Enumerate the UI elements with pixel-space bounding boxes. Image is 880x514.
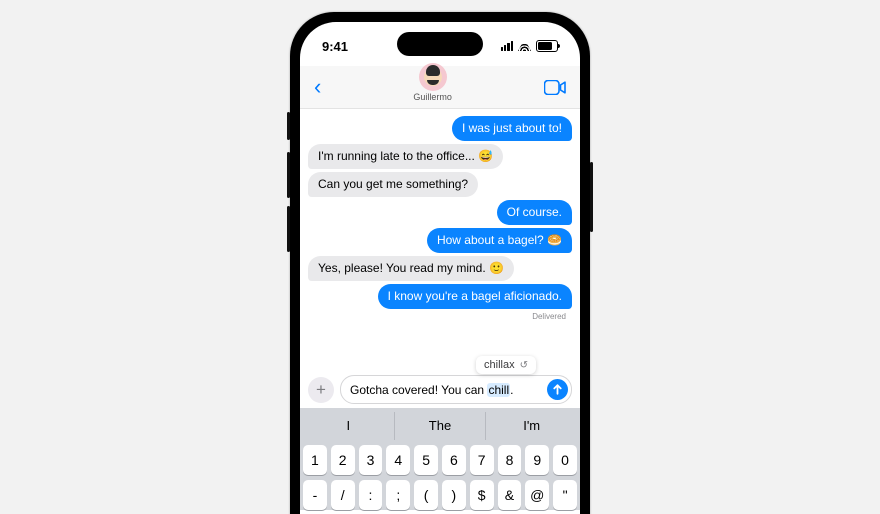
autocorrect-suggestion[interactable]: chillax ↺ <box>476 356 536 374</box>
prediction[interactable]: I'm <box>485 412 577 440</box>
received-bubble[interactable]: I'm running late to the office... 😅 <box>308 144 503 169</box>
keyboard-row-2: -/:;()$&@" <box>303 480 577 510</box>
key[interactable]: 2 <box>331 445 355 475</box>
key[interactable]: 7 <box>470 445 494 475</box>
message-row: I was just about to! <box>308 116 572 141</box>
undo-icon: ↺ <box>520 360 528 371</box>
key[interactable]: 5 <box>414 445 438 475</box>
apps-button[interactable]: + <box>308 377 334 403</box>
sent-bubble[interactable]: I was just about to! <box>452 116 572 141</box>
sent-bubble[interactable]: Of course. <box>497 200 572 225</box>
message-row: Can you get me something? <box>308 172 572 197</box>
message-thread[interactable]: I was just about to! I'm running late to … <box>300 109 580 373</box>
message-row: I'm running late to the office... 😅 <box>308 144 572 169</box>
contact-title[interactable]: Guillermo <box>413 63 452 102</box>
key[interactable]: $ <box>470 480 494 510</box>
side-button <box>590 162 593 232</box>
status-time: 9:41 <box>322 39 348 54</box>
key[interactable]: ; <box>386 480 410 510</box>
key[interactable]: 8 <box>498 445 522 475</box>
contact-avatar <box>419 63 447 91</box>
dynamic-island <box>397 32 483 56</box>
volume-down-button <box>287 206 290 252</box>
key[interactable]: 4 <box>386 445 410 475</box>
key[interactable]: - <box>303 480 327 510</box>
cellular-icon <box>501 41 513 51</box>
mute-switch <box>287 112 290 140</box>
conversation-header: ‹ Guillermo <box>300 66 580 109</box>
received-bubble[interactable]: Yes, please! You read my mind. 🙂 <box>308 256 514 281</box>
iphone-frame: 9:41 ‹ Guillermo I was just about to!I'm… <box>290 12 590 514</box>
keyboard[interactable]: ITheI'm 1234567890 -/:;()$&@" <box>300 408 580 510</box>
back-button[interactable]: ‹ <box>314 76 321 98</box>
key[interactable]: 1 <box>303 445 327 475</box>
key[interactable]: @ <box>525 480 549 510</box>
contact-name-label: Guillermo <box>413 92 452 102</box>
send-button[interactable] <box>547 379 568 400</box>
message-row: Yes, please! You read my mind. 🙂 <box>308 256 572 281</box>
key[interactable]: 0 <box>553 445 577 475</box>
key[interactable]: : <box>359 480 383 510</box>
facetime-button[interactable] <box>544 80 566 95</box>
message-input[interactable]: Gotcha covered! You can chill. <box>340 375 572 404</box>
key[interactable]: ) <box>442 480 466 510</box>
compose-bar: chillax ↺ + Gotcha covered! You can chil… <box>300 373 580 408</box>
key[interactable]: 6 <box>442 445 466 475</box>
suggestion-word: chillax <box>484 359 515 371</box>
message-row: How about a bagel? 🥯 <box>308 228 572 253</box>
received-bubble[interactable]: Can you get me something? <box>308 172 478 197</box>
message-input-text: Gotcha covered! You can chill. <box>350 383 547 397</box>
key[interactable]: ( <box>414 480 438 510</box>
prediction[interactable]: I <box>303 412 394 440</box>
sent-bubble[interactable]: I know you're a bagel aficionado. <box>378 284 572 309</box>
key[interactable]: 9 <box>525 445 549 475</box>
prediction[interactable]: The <box>394 412 486 440</box>
keyboard-row-1: 1234567890 <box>303 445 577 475</box>
sent-bubble[interactable]: How about a bagel? 🥯 <box>427 228 572 253</box>
prediction-bar: ITheI'm <box>303 412 577 440</box>
message-row: I know you're a bagel aficionado. <box>308 284 572 309</box>
key[interactable]: " <box>553 480 577 510</box>
wifi-icon <box>518 41 531 51</box>
delivered-label: Delivered <box>308 312 566 321</box>
volume-up-button <box>287 152 290 198</box>
key[interactable]: & <box>498 480 522 510</box>
key[interactable]: / <box>331 480 355 510</box>
battery-icon <box>536 40 558 52</box>
key[interactable]: 3 <box>359 445 383 475</box>
message-row: Of course. <box>308 200 572 225</box>
